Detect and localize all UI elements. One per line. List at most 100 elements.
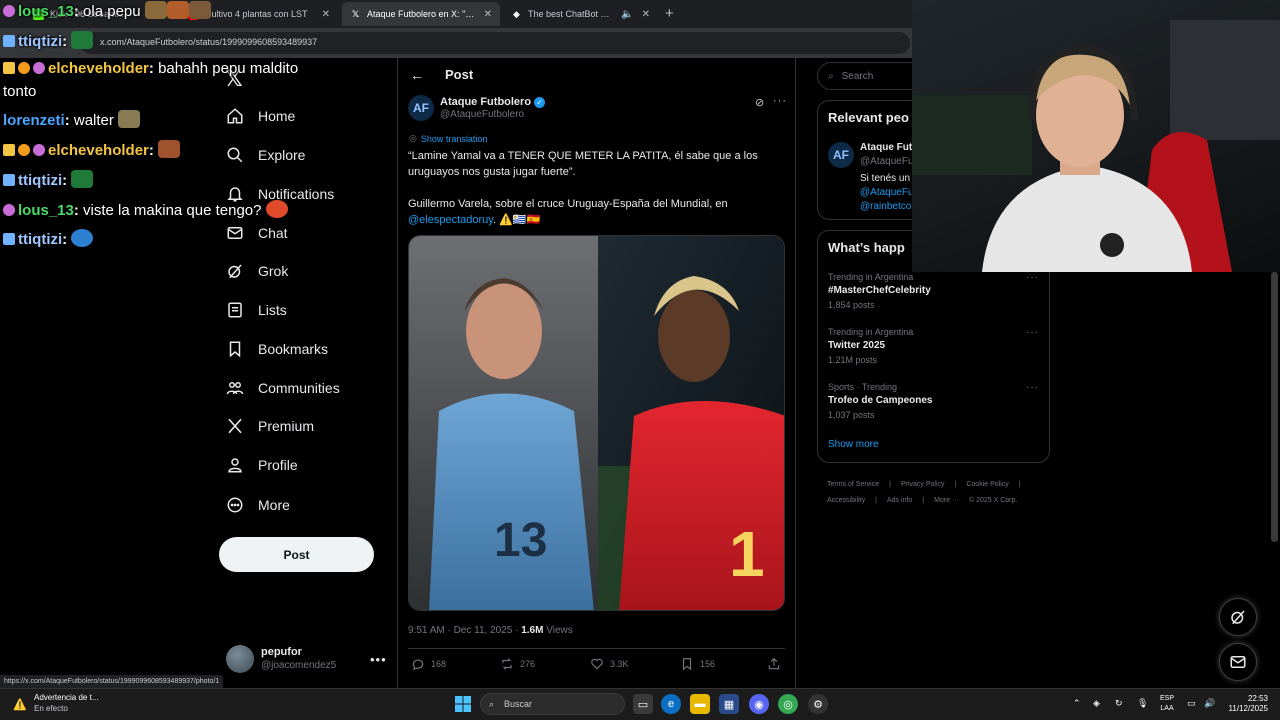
bookmark-button[interactable]: 156	[680, 657, 715, 671]
language-indicator[interactable]: ESP LAA	[1160, 694, 1174, 714]
footer-link[interactable]: Accessibility	[827, 497, 865, 504]
sync-icon[interactable]: ↻	[1115, 698, 1123, 709]
share-button[interactable]	[767, 657, 787, 671]
author-name-row[interactable]: Ataque Futbolero ✓	[440, 96, 546, 108]
nav-label: Home	[258, 108, 296, 124]
messages-button[interactable]	[1219, 643, 1257, 681]
chrome-icon[interactable]: ◎	[778, 694, 798, 714]
footer-link[interactable]: Terms of Service	[827, 481, 879, 488]
mention-link[interactable]: @elespectadoruy	[408, 214, 493, 226]
nav-chat[interactable]: Chat	[226, 218, 288, 248]
tab-x-post[interactable]: 𝕏 Ataque Futbolero en X: ""Lami ✕	[342, 2, 500, 26]
account-name[interactable]: pepufor	[261, 646, 302, 658]
windows-start-icon[interactable]	[453, 694, 473, 714]
tray-icon[interactable]: ◈	[1093, 698, 1100, 709]
close-icon[interactable]: ✕	[484, 9, 492, 20]
reply-button[interactable]: 168	[411, 657, 446, 671]
microphone-icon[interactable]: 🎙	[1137, 698, 1148, 709]
nav-home[interactable]: Home	[226, 101, 295, 131]
mention-link[interactable]: @rainbetco	[860, 200, 920, 214]
avatar[interactable]: AF	[828, 142, 854, 168]
bookmark-icon	[226, 340, 244, 358]
taskbar-search-input[interactable]: ⌕ Buscar	[480, 693, 625, 715]
account-handle[interactable]: @joacomendez5	[261, 660, 336, 671]
repost-button[interactable]: 276	[500, 657, 535, 671]
nav-more[interactable]: More	[226, 490, 290, 520]
nav-profile[interactable]: Profile	[226, 450, 298, 480]
volume-icon[interactable]: 🔊	[1204, 698, 1215, 709]
footer-link[interactable]: Cookie Policy	[966, 481, 1008, 488]
clock[interactable]: 22:53 11/12/2025	[1224, 694, 1268, 714]
discord-icon[interactable]: ◉	[749, 694, 769, 714]
footer-link[interactable]: Privacy Policy	[901, 481, 945, 488]
task-view-icon[interactable]: ▭	[633, 694, 653, 714]
chevron-up-icon[interactable]: ⌃	[1073, 698, 1081, 709]
footer-link[interactable]: Ads info	[887, 497, 912, 504]
grok-button[interactable]	[1219, 598, 1257, 636]
chat-message-continued: tonto	[3, 83, 36, 101]
chat-text: walter	[73, 112, 114, 129]
network-icon[interactable]: ▭	[1187, 698, 1196, 709]
close-icon[interactable]: ✕	[322, 9, 330, 20]
post-image[interactable]: 13 1	[408, 235, 785, 611]
list-icon	[226, 301, 244, 319]
footer-link[interactable]: More ···	[934, 497, 959, 504]
chat-username: lorenzeti	[3, 112, 65, 129]
mention-link[interactable]: @AtaqueFu	[860, 186, 920, 200]
close-icon[interactable]: ✕	[642, 9, 650, 20]
nav-bookmarks[interactable]: Bookmarks	[226, 334, 328, 364]
repost-icon	[502, 658, 512, 670]
nav-premium[interactable]: Premium	[226, 411, 314, 441]
nav-explore[interactable]: Explore	[226, 140, 305, 170]
status-url: https://x.com/AtaqueFutbolero/status/199…	[0, 675, 224, 688]
nav-communities[interactable]: Communities	[226, 373, 340, 403]
grok-icon	[1231, 610, 1245, 625]
svg-text:13: 13	[494, 514, 547, 567]
more-icon[interactable]: ···	[1026, 382, 1039, 393]
relevant-name[interactable]: Ataque Futb	[860, 142, 918, 153]
new-tab-button[interactable]: +	[665, 5, 674, 22]
chat-username: elcheveholder	[48, 60, 149, 77]
trend-item[interactable]: Twitter 2025	[828, 340, 885, 351]
nav-grok[interactable]: Grok	[226, 256, 288, 286]
more-icon[interactable]: ···	[773, 95, 787, 107]
relevant-handle[interactable]: @AtaqueFu	[860, 156, 914, 167]
heart-icon	[591, 658, 603, 670]
trend-item[interactable]: Trofeo de Campeones	[828, 395, 932, 406]
store-icon[interactable]: ▦	[719, 694, 739, 714]
folder-icon[interactable]: ▬	[690, 694, 710, 714]
x-icon	[226, 417, 244, 435]
show-more-link[interactable]: Show more	[828, 439, 879, 450]
tab-chatbot[interactable]: ◆ The best ChatBot and Widg 🔈 ✕	[503, 2, 658, 26]
url-text[interactable]: x.com/AtaqueFutbolero/status/19990996085…	[100, 37, 317, 47]
trend-item[interactable]: #MasterChefCelebrity	[828, 285, 931, 296]
more-icon[interactable]: •••	[370, 652, 387, 667]
back-arrow-icon[interactable]: ←	[410, 67, 424, 83]
search-placeholder: Search	[841, 70, 874, 82]
like-button[interactable]: 3.3K	[590, 657, 629, 671]
author-handle[interactable]: @AtaqueFutbolero	[440, 109, 524, 120]
badge-icon	[18, 144, 30, 156]
bookmark-icon	[682, 658, 692, 671]
explore-icon	[226, 146, 244, 164]
footer-separator: |	[954, 481, 957, 488]
more-icon[interactable]: ···	[1026, 272, 1039, 283]
globe-emote-icon	[71, 229, 94, 247]
more-icon[interactable]: ···	[1026, 327, 1039, 338]
author-name[interactable]: Ataque Futbolero	[440, 96, 531, 108]
show-translation-link[interactable]: ◎ Show translation	[409, 133, 487, 144]
warning-title[interactable]: Advertencia de t...	[34, 693, 98, 702]
grok-icon[interactable]: ⊘	[755, 96, 764, 109]
post-button[interactable]: Post	[219, 537, 374, 572]
edge-icon[interactable]: e	[661, 694, 681, 714]
nav-lists[interactable]: Lists	[226, 295, 287, 325]
emote-icon	[166, 1, 189, 19]
speaker-icon[interactable]: 🔈	[621, 9, 633, 20]
avatar[interactable]	[226, 645, 254, 673]
post-text-quote: “Lamine Yamal va a TENER QUE METER LA PA…	[408, 150, 758, 178]
author-avatar[interactable]: AF	[408, 95, 434, 121]
scrollbar[interactable]	[1271, 272, 1278, 542]
app-icon[interactable]: ⚙	[808, 694, 828, 714]
post-time[interactable]: 9:51 AM · Dec 11, 2025 ·	[408, 625, 521, 636]
warning-icon[interactable]: ⚠️	[10, 694, 30, 714]
